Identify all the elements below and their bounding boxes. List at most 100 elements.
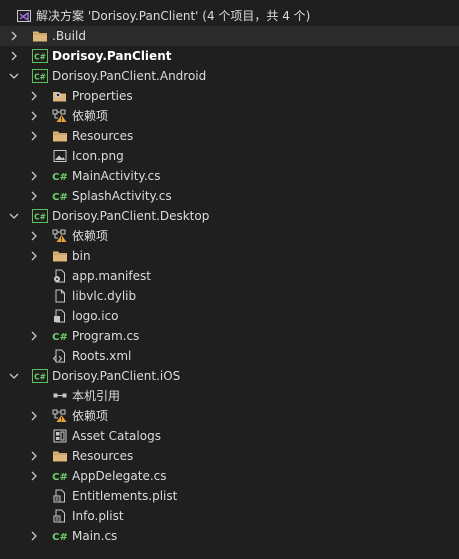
tree-item-label: Resources [72,449,134,463]
svg-text:C#: C# [34,213,46,222]
tree-item-label: Program.cs [72,329,140,343]
tree-item-label: .Build [52,29,86,43]
folder-icon [52,249,68,263]
plist-file-icon [52,489,68,503]
asset-catalog-icon [52,429,68,443]
tree-item[interactable]: app.manifest [0,266,459,286]
tree-item-label: Properties [72,89,133,103]
svg-text:C#: C# [52,332,68,343]
tree-item-label: Resources [72,129,134,143]
tree-item-label: Roots.xml [72,349,132,363]
chevron-down-icon[interactable] [8,66,20,86]
tree-item[interactable]: C# Dorisoy.PanClient.iOS [0,366,459,386]
tree-item-label: bin [72,249,91,263]
chevron-right-icon[interactable] [28,86,40,106]
tree-item[interactable]: Entitlements.plist [0,486,459,506]
tree-item-label: Main.cs [72,529,118,543]
chevron-right-icon[interactable] [28,106,40,126]
tree-item[interactable]: logo.ico [0,306,459,326]
tree-item-label: AppDelegate.cs [72,469,167,483]
blank-file-icon [52,289,68,303]
tree-item-label: 本机引用 [72,389,121,403]
tree-item[interactable]: C# Dorisoy.PanClient.Android [0,66,459,86]
chevron-right-icon[interactable] [8,46,20,66]
chevron-right-icon[interactable] [28,466,40,486]
svg-text:C#: C# [52,532,68,543]
solution-explorer-tree: 解决方案 'Dorisoy.PanClient' (4 个项目，共 4 个) .B… [0,6,459,546]
tree-item[interactable]: 依赖项 [0,406,459,426]
chevron-right-icon[interactable] [28,326,40,346]
tree-item[interactable]: Info.plist [0,506,459,526]
svg-text:C#: C# [34,73,46,82]
tree-item-label: Info.plist [72,509,124,523]
chevron-right-icon[interactable] [28,166,40,186]
chevron-right-icon[interactable] [8,26,20,46]
tree-item-label: 依赖项 [72,409,109,423]
tree-item[interactable]: Resources [0,126,459,146]
tree-item-label: Asset Catalogs [72,429,161,443]
tree-item-label: Icon.png [72,149,124,163]
chevron-right-icon[interactable] [28,246,40,266]
tree-item[interactable]: C# Dorisoy.PanClient.Desktop [0,206,459,226]
chevron-down-icon[interactable] [8,366,20,386]
folder-icon [52,449,68,463]
csharp-file-icon: C# [52,529,68,543]
folder-icon [52,129,68,143]
tree-item[interactable]: C# Dorisoy.PanClient [0,46,459,66]
tree-item[interactable]: C# Program.cs [0,326,459,346]
chevron-right-icon[interactable] [28,186,40,206]
csharp-project-icon: C# [32,49,48,63]
tree-item[interactable]: Icon.png [0,146,459,166]
tree-item-label: Dorisoy.PanClient.Android [52,69,207,83]
chevron-right-icon[interactable] [28,126,40,146]
csharp-project-icon: C# [32,369,48,383]
tree-item[interactable]: C# AppDelegate.cs [0,466,459,486]
folder-icon [32,29,48,43]
csharp-file-icon: C# [52,169,68,183]
tree-item[interactable]: Asset Catalogs [0,426,459,446]
tree-item[interactable]: libvlc.dylib [0,286,459,306]
tree-item[interactable]: 依赖项 [0,106,459,126]
csharp-file-icon: C# [52,469,68,483]
solution-icon [16,9,32,23]
tree-item[interactable]: C# MainActivity.cs [0,166,459,186]
svg-text:C#: C# [52,472,68,483]
tree-item[interactable]: Roots.xml [0,346,459,366]
native-references-icon [52,389,68,403]
tree-item-label: SplashActivity.cs [72,189,172,203]
chevron-right-icon[interactable] [28,446,40,466]
tree-item-label: Entitlements.plist [72,489,178,503]
tree-item-label: Dorisoy.PanClient.Desktop [52,209,210,223]
dependencies-warning-icon [52,229,68,243]
chevron-right-icon[interactable] [28,226,40,246]
csharp-file-icon: C# [52,329,68,343]
tree-item-label: Dorisoy.PanClient.iOS [52,369,181,383]
manifest-file-icon [52,269,68,283]
tree-item-label: 依赖项 [72,229,109,243]
csharp-project-icon: C# [32,69,48,83]
chevron-right-icon[interactable] [28,406,40,426]
chevron-right-icon[interactable] [28,526,40,546]
tree-item[interactable]: 依赖项 [0,226,459,246]
tree-item[interactable]: C# Main.cs [0,526,459,546]
tree-item-label: logo.ico [72,309,119,323]
tree-item-label: 解决方案 'Dorisoy.PanClient' (4 个项目，共 4 个) [36,9,311,23]
chevron-down-icon[interactable] [8,206,20,226]
tree-item[interactable]: .Build [0,26,459,46]
svg-text:C#: C# [34,373,46,382]
tree-item[interactable]: 解决方案 'Dorisoy.PanClient' (4 个项目，共 4 个) [0,6,459,26]
svg-text:C#: C# [34,53,46,62]
tree-item[interactable]: Resources [0,446,459,466]
xml-file-icon [52,349,68,363]
dependencies-warning-icon [52,409,68,423]
properties-icon [52,89,68,103]
tree-item-label: libvlc.dylib [72,289,137,303]
csharp-file-icon: C# [52,189,68,203]
svg-text:C#: C# [52,172,68,183]
tree-item[interactable]: Properties [0,86,459,106]
image-file-icon [52,149,68,163]
tree-item[interactable]: C# SplashActivity.cs [0,186,459,206]
tree-item[interactable]: bin [0,246,459,266]
tree-item[interactable]: 本机引用 [0,386,459,406]
ico-file-icon [52,309,68,323]
